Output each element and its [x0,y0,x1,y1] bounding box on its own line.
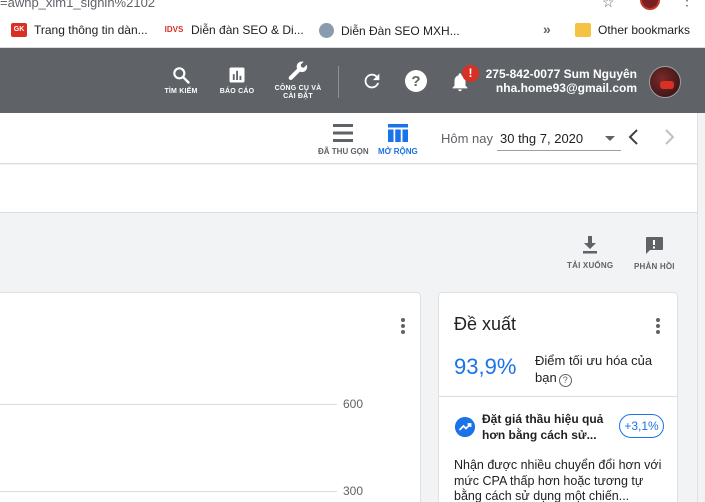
search-tool-button[interactable]: TÌM KIẾM [158,48,204,113]
filter-strip [0,165,697,213]
wrench-icon [288,61,308,81]
bookmark-label: Diễn đàn SEO & Di... [191,23,304,37]
performance-chart-card: 600 300 [0,292,421,502]
download-button[interactable]: TẢI XUỐNG [567,236,613,270]
more-vert-icon[interactable] [401,318,405,334]
date-range-select[interactable]: 30 thg 7, 2020 [497,125,621,151]
bar-chart-icon [229,67,245,83]
y-axis-tick: 300 [343,484,364,498]
account-id: 275-842-0077 Sum Nguyên [485,67,637,81]
date-range-label: Hôm nay [441,131,494,146]
chevron-left-icon[interactable] [627,128,641,146]
avatar[interactable] [649,66,681,98]
bookmark-item[interactable]: Diễn Đàn SEO MXH... [319,23,460,38]
optimization-score: 93,9% [454,354,517,379]
tools-settings-label: CÔNG CỤ VÀ CÀI ĐẶT [274,85,322,100]
search-icon [173,67,190,84]
star-icon[interactable]: ☆ [602,0,615,11]
caret-down-icon [605,136,615,141]
divider [439,396,677,397]
chart-gridline [0,491,337,492]
download-label: TẢI XUỐNG [567,261,614,270]
date-range-value: 30 thg 7, 2020 [500,131,584,146]
bookmark-item[interactable]: GK Trang thông tin dàn... [11,23,148,37]
bookmark-item[interactable]: IDVS Diễn đàn SEO & Di... [164,23,304,37]
folder-icon [575,23,591,37]
bookmark-label: Diễn Đàn SEO MXH... [341,23,460,38]
gk-favicon-icon: GK [11,23,27,37]
bookmarks-overflow-button[interactable]: » [543,21,551,37]
tools-settings-button[interactable]: CÔNG CỤ VÀ CÀI ĐẶT [268,48,328,113]
help-circle-icon[interactable]: ? [558,374,572,387]
uplift-chip: +3,1% [619,414,664,438]
recommendations-title: Đề xuất [454,314,517,334]
recommendation-description: Nhận được nhiều chuyển đổi hơn với mức C… [454,458,662,502]
recommendation-item-title[interactable]: Đặt giá thầu hiệu quả hơn bằng cách sử..… [482,411,612,443]
collapse-view-button[interactable]: ĐÃ THU GỌN [318,123,369,156]
help-icon[interactable]: ? [404,69,428,93]
feedback-button[interactable]: PHẢN HỒI [634,236,675,271]
menu-lines-icon [333,124,354,142]
reports-tool-button[interactable]: BÁO CÁO [214,48,260,113]
browser-menu-icon[interactable]: ⋮ [680,0,694,9]
bookmarks-bar: GK Trang thông tin dàn... IDVS Diễn đàn … [0,12,705,48]
trending-up-icon [455,417,475,437]
notification-badge: ! [462,65,479,82]
recommendations-card: Đề xuất 93,9% Điểm tối ưu hóa của bạn? Đ… [438,292,678,502]
optimization-score-label: Điểm tối ưu hóa của bạn? [535,353,653,387]
view-toolbar: ĐÃ THU GỌN MỞ RỘNG Hôm nay 30 thg 7, 202… [0,113,697,164]
other-bookmarks-folder[interactable]: Other bookmarks [575,23,690,37]
collapse-view-label: ĐÃ THU GỌN [318,147,369,156]
refresh-icon[interactable] [361,70,383,92]
header-divider [338,66,339,98]
feedback-label: PHẢN HỒI [634,262,675,271]
address-bar[interactable]: =awhp_xlm1_signin%2102 ☆ ⋮ [0,0,705,12]
chevron-right-icon[interactable] [662,128,676,146]
bookmark-label: Trang thông tin dàn... [34,23,148,37]
feedback-icon [646,237,664,254]
y-axis-tick: 600 [343,397,364,411]
expand-view-label: MỞ RỘNG [378,147,418,156]
account-info[interactable]: 275-842-0077 Sum Nguyên nha.home93@gmail… [480,67,637,95]
idvs-favicon-icon: IDVS [164,25,184,34]
chart-gridline [0,404,337,405]
search-tool-label: TÌM KIẾM [164,88,198,95]
other-bookmarks-label: Other bookmarks [598,23,691,37]
download-icon [583,236,598,254]
columns-icon [387,124,408,142]
mxh-favicon-icon [319,23,334,38]
svg-text:?: ? [411,73,420,90]
page-scrollbar[interactable] [697,113,705,502]
reports-tool-label: BÁO CÁO [219,88,255,95]
url-text: =awhp_xlm1_signin%2102 [0,0,156,10]
profile-avatar-icon[interactable] [640,0,660,10]
expand-view-button[interactable]: MỞ RỘNG [378,123,418,156]
account-email: nha.home93@gmail.com [495,81,637,95]
more-vert-icon[interactable] [656,318,660,334]
